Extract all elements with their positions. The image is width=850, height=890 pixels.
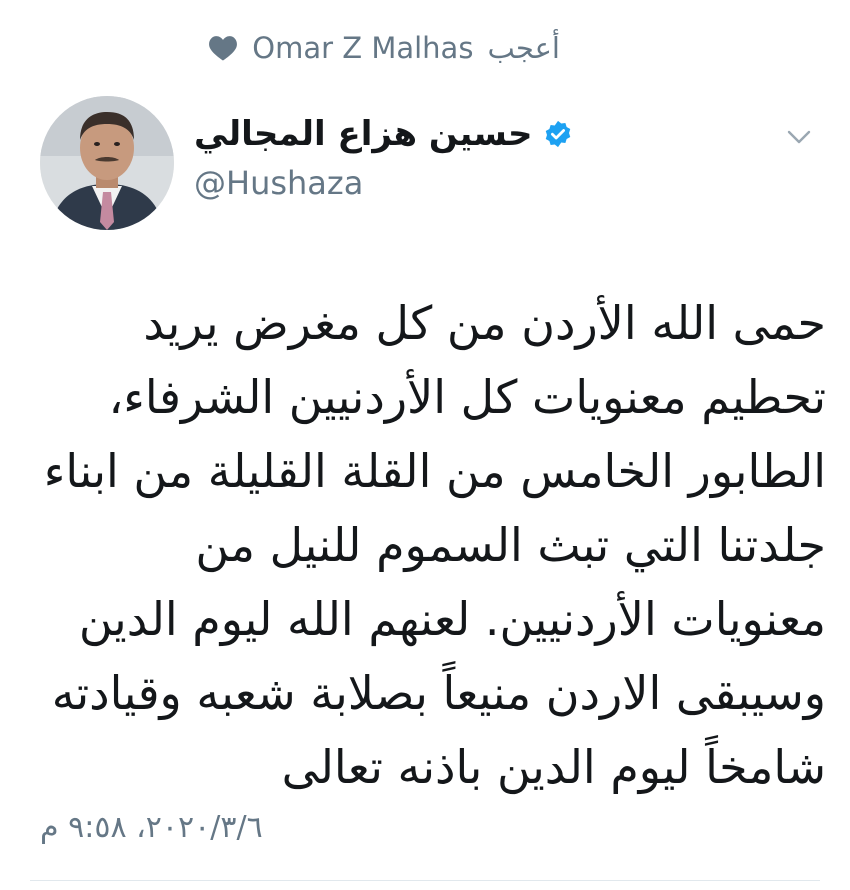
divider: [30, 880, 820, 881]
author-name-row: حسين هزاع المجالي: [194, 110, 694, 158]
tweet-text: حمى الله الأردن من كل مغرض يريد تحطيم مع…: [29, 296, 826, 794]
liked-by-user[interactable]: Omar Z Malhas: [252, 31, 473, 65]
liked-by-row[interactable]: أعجب Omar Z Malhas: [140, 28, 560, 68]
tweet-timestamp[interactable]: ٢٠٢٠/٣/٦، ٩:٥٨ م: [40, 810, 440, 845]
author-handle[interactable]: @Hushaza: [194, 164, 694, 202]
liked-action-label: أعجب: [487, 31, 560, 65]
author-block[interactable]: حسين هزاع المجالي @Hushaza: [194, 110, 694, 202]
author-display-name[interactable]: حسين هزاع المجالي: [194, 114, 533, 154]
avatar[interactable]: [40, 96, 174, 230]
chevron-down-icon[interactable]: [784, 126, 814, 148]
verified-badge-icon: [543, 119, 573, 149]
heart-icon: [208, 34, 238, 62]
timestamp-label[interactable]: ٢٠٢٠/٣/٦، ٩:٥٨ م: [40, 810, 263, 845]
